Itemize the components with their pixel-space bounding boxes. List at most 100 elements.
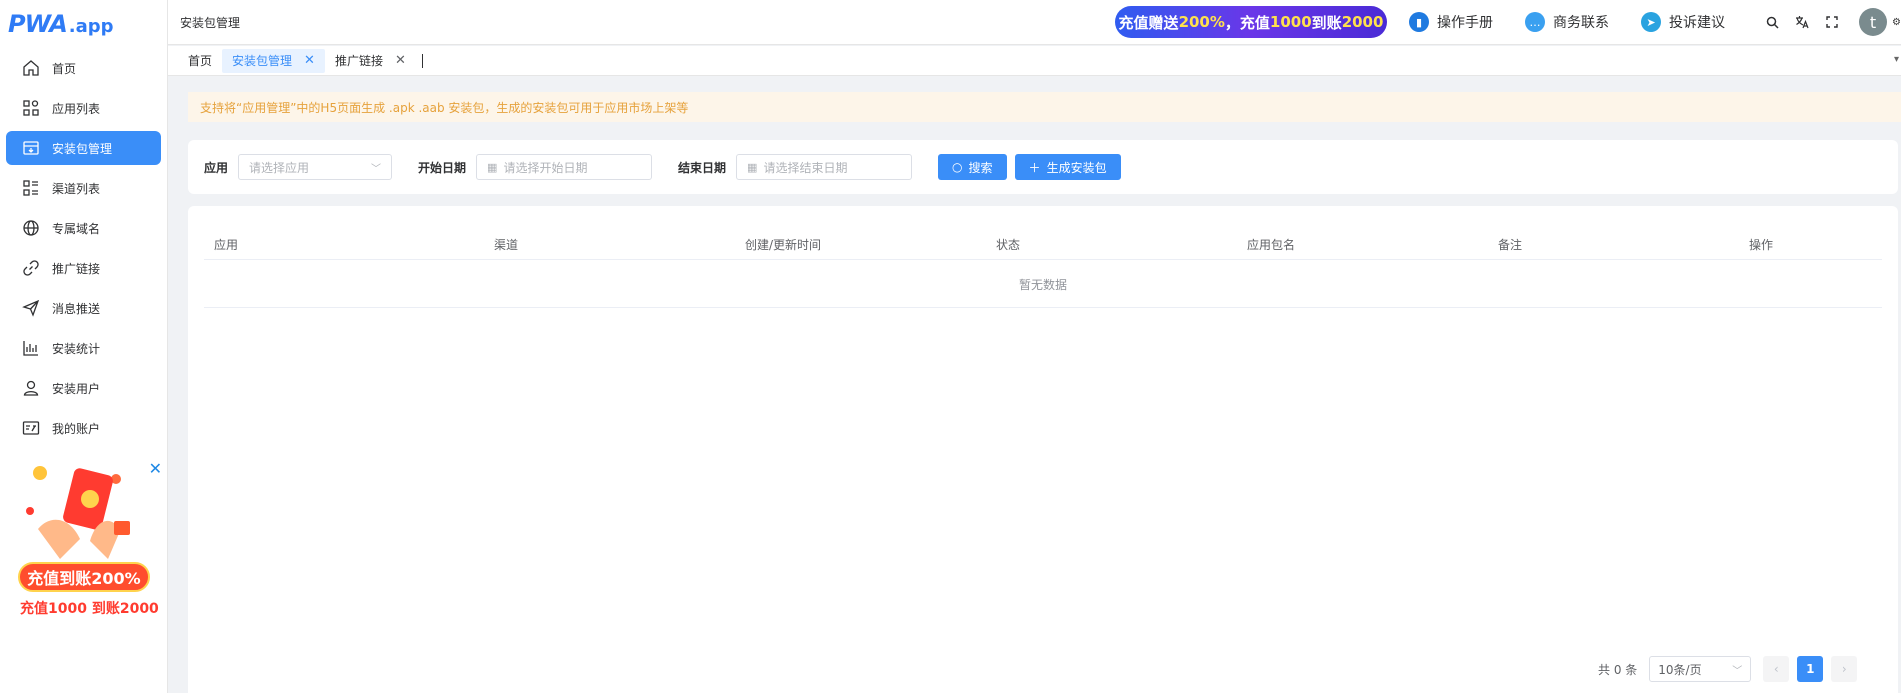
- sidebar-item-promo-links[interactable]: 推广链接: [6, 251, 161, 285]
- tab-package-management[interactable]: 安装包管理 ✕: [222, 48, 325, 73]
- close-icon[interactable]: ✕: [395, 53, 406, 68]
- notice-bar: 支持将“应用管理”中的H5页面生成 .apk .aab 安装包，生成的安装包可用…: [188, 92, 1901, 122]
- globe-icon: [22, 219, 40, 237]
- generate-button-label: 生成安装包: [1046, 160, 1107, 175]
- end-date-picker[interactable]: ▦ 请选择结束日期: [736, 154, 913, 180]
- link-icon: [22, 259, 40, 277]
- user-icon: [22, 379, 40, 397]
- filter-form: 应用 请选择应用 ﹀ 开始日期 ▦ 请选择开始日期 结束日期 ▦ 请选择结束日期…: [188, 140, 1898, 194]
- home-icon: [22, 59, 40, 77]
- notice-text: 支持将“应用管理”中的H5页面生成 .apk .aab 安装包，生成的安装包可用…: [200, 100, 689, 115]
- promo-headline: 充值到账200%: [18, 562, 150, 592]
- translate-icon[interactable]: [1787, 15, 1817, 29]
- close-icon[interactable]: ✕: [304, 53, 315, 68]
- sidebar-menu: 首页 应用列表 安装包管理 渠道列表 专属域名 推广链接 消息推送 安装统计 安…: [0, 51, 167, 445]
- business-contact-label: 商务联系: [1553, 15, 1609, 31]
- banner-highlight: 1000: [1269, 13, 1312, 31]
- column-header-remark: 备注: [1498, 238, 1523, 252]
- sidebar-item-users[interactable]: 安装用户: [6, 371, 161, 405]
- app-select[interactable]: 请选择应用 ﹀: [238, 154, 393, 180]
- start-date-label: 开始日期: [418, 160, 467, 175]
- chevron-right-icon: ›: [1841, 662, 1847, 676]
- settings-icon[interactable]: ⚙: [1887, 17, 1901, 28]
- sidebar-item-account[interactable]: 我的账户: [6, 411, 161, 445]
- end-date-placeholder: 请选择结束日期: [763, 160, 848, 175]
- sidebar-item-label: 专属域名: [52, 221, 101, 236]
- search-button-label: 搜索: [968, 160, 993, 175]
- manual-link[interactable]: ▮ 操作手册: [1409, 12, 1493, 32]
- red-envelope-illustration: [26, 466, 130, 559]
- search-icon: ○: [952, 160, 963, 174]
- table-header: 应用 渠道 创建/更新时间 状态 应用包名 备注 操作: [204, 228, 1882, 260]
- logo-domain: .app: [68, 15, 114, 37]
- total-count: 共 0 条: [1598, 662, 1638, 677]
- sidebar-item-label: 安装包管理: [52, 141, 113, 156]
- column-header-status: 状态: [996, 238, 1021, 252]
- empty-text: 暂无数据: [1018, 278, 1067, 292]
- start-date-picker[interactable]: ▦ 请选择开始日期: [476, 154, 653, 180]
- sidebar-item-label: 应用列表: [52, 101, 101, 116]
- top-header: 安装包管理 充值赠送 200% ，充值 1000 到账 2000 ▮ 操作手册 … 商务联…: [168, 0, 1901, 45]
- app-select-placeholder: 请选择应用: [249, 160, 310, 175]
- tab-promo-links[interactable]: 推广链接 ✕: [325, 49, 416, 73]
- tab-label: 安装包管理: [232, 54, 293, 68]
- next-page-button[interactable]: ›: [1831, 656, 1858, 682]
- start-date-placeholder: 请选择开始日期: [503, 160, 588, 175]
- page-size-select[interactable]: 10条/页 ﹀: [1649, 656, 1752, 682]
- page-number-button[interactable]: 1: [1797, 656, 1824, 682]
- sidebar-item-push[interactable]: 消息推送: [6, 291, 161, 325]
- logo-mark: PWA: [8, 10, 68, 38]
- banner-text: 到账: [1311, 13, 1342, 32]
- text-cursor: [421, 53, 423, 68]
- column-header-app: 应用: [214, 238, 239, 252]
- sidebar-item-label: 渠道列表: [52, 181, 101, 196]
- tab-bar: 首页 安装包管理 ✕ 推广链接 ✕ ▾: [168, 46, 1901, 76]
- banner-highlight: 2000: [1341, 13, 1384, 31]
- pagination: 共 0 条 10条/页 ﹀ ‹ 1 ›: [1598, 655, 1898, 683]
- chevron-down-icon[interactable]: ▾: [1894, 54, 1899, 65]
- sidebar-item-label: 我的账户: [52, 421, 101, 436]
- sidebar-item-home[interactable]: 首页: [6, 51, 161, 85]
- logo[interactable]: PWA .app: [0, 0, 167, 48]
- tab-home[interactable]: 首页: [178, 49, 222, 73]
- book-icon: ▮: [1409, 12, 1429, 32]
- sidebar-item-channels[interactable]: 渠道列表: [6, 171, 161, 205]
- end-date-label: 结束日期: [678, 160, 727, 175]
- sidebar-item-domains[interactable]: 专属域名: [6, 211, 161, 245]
- manual-link-label: 操作手册: [1437, 15, 1493, 31]
- feedback-link-label: 投诉建议: [1669, 15, 1725, 31]
- sidebar-item-stats[interactable]: 安装统计: [6, 331, 161, 365]
- chat-icon: …: [1525, 12, 1545, 32]
- sidebar-item-package[interactable]: 安装包管理: [6, 131, 161, 165]
- fullscreen-icon[interactable]: [1817, 16, 1847, 28]
- column-header-actions: 操作: [1749, 238, 1774, 252]
- calendar-icon: ▦: [487, 160, 498, 174]
- column-header-package-name: 应用包名: [1247, 238, 1296, 252]
- promo-subline: 充值1000 到账2000: [20, 601, 159, 617]
- search-button[interactable]: ○ 搜索: [938, 154, 1007, 180]
- breadcrumb: 安装包管理: [180, 15, 241, 30]
- feedback-link[interactable]: ➤ 投诉建议: [1641, 12, 1725, 32]
- sidebar-item-label: 推广链接: [52, 261, 101, 276]
- package-table: 应用 渠道 创建/更新时间 状态 应用包名 备注 操作 暂无数据 共 0 条 1…: [188, 206, 1898, 693]
- banner-text: 充值赠送: [1118, 13, 1179, 32]
- promo-ad[interactable]: ✕ 充值到账200% 充值1000 到账2000: [12, 455, 164, 625]
- banner-text: ，充值: [1224, 13, 1270, 32]
- app-filter-label: 应用: [204, 160, 229, 175]
- recharge-banner[interactable]: 充值赠送 200% ，充值 1000 到账 2000: [1115, 6, 1387, 38]
- sidebar-item-label: 首页: [52, 61, 77, 76]
- tab-label: 推广链接: [334, 54, 383, 68]
- sidebar-item-label: 消息推送: [52, 301, 101, 316]
- plus-icon: ＋: [1028, 160, 1041, 175]
- prev-page-button[interactable]: ‹: [1763, 656, 1790, 682]
- sidebar-item-apps[interactable]: 应用列表: [6, 91, 161, 125]
- avatar[interactable]: t: [1859, 8, 1887, 36]
- generate-package-button[interactable]: ＋ 生成安装包: [1014, 154, 1121, 180]
- column-header-channel: 渠道: [494, 238, 519, 252]
- account-icon: [22, 419, 40, 437]
- close-icon[interactable]: ✕: [149, 459, 162, 478]
- business-contact-link[interactable]: … 商务联系: [1525, 12, 1609, 32]
- sidebar-item-label: 安装统计: [52, 341, 101, 356]
- channel-list-icon: [22, 179, 40, 197]
- search-icon[interactable]: [1757, 16, 1787, 29]
